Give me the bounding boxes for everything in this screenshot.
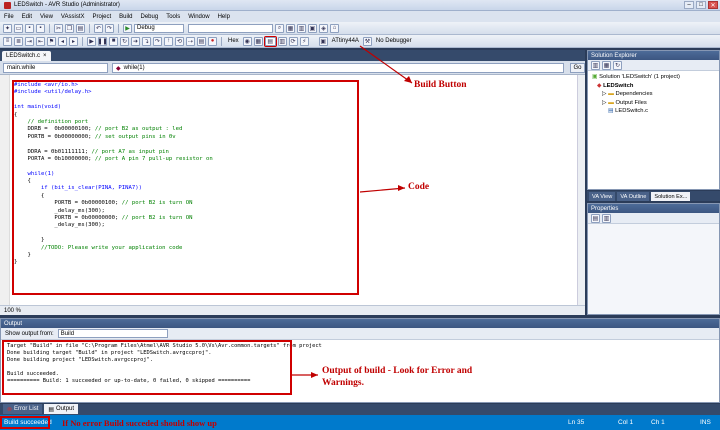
output-annotation-line2: Warnings.: [322, 378, 364, 388]
status-annotation: If No error Build succeded should show u…: [62, 418, 217, 428]
code-annotation: Code: [408, 182, 430, 192]
build-arrow-head: [404, 76, 412, 83]
output-annotation-line1: Output of build - Look for Error and: [322, 366, 473, 376]
build-button-annotation: Build Button: [414, 80, 467, 90]
code-arrow-head: [398, 185, 405, 191]
output-arrow-head: [311, 372, 318, 378]
build-arrow-line: [359, 45, 413, 84]
